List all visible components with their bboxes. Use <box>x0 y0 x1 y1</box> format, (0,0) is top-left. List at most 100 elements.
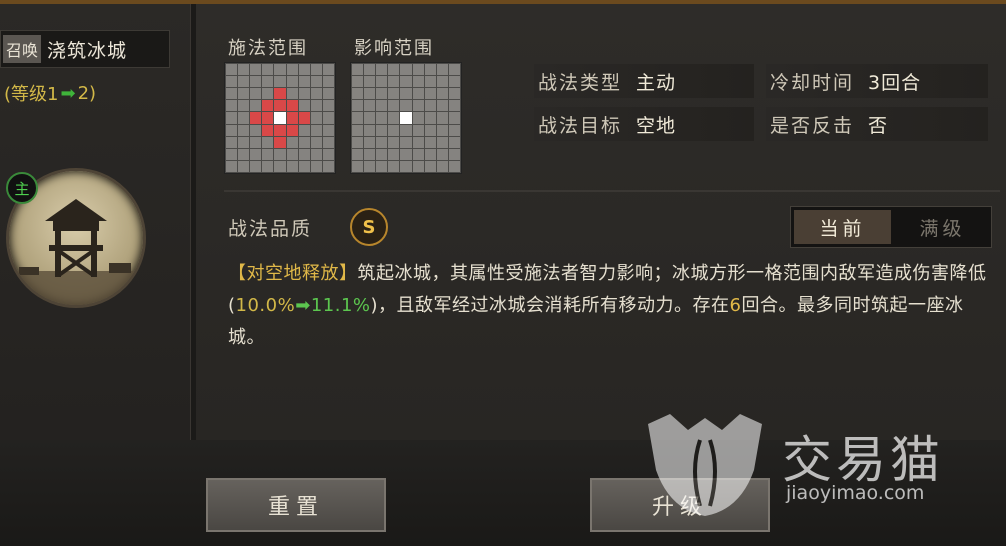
range-cell <box>448 148 460 160</box>
range-cell <box>436 88 448 100</box>
range-cell <box>400 112 412 124</box>
counterattack-label: 是否反击 <box>770 114 855 137</box>
range-cell <box>364 64 376 76</box>
range-cell <box>274 64 286 76</box>
range-cell <box>322 112 334 124</box>
range-cell <box>352 100 364 112</box>
range-cell <box>352 88 364 100</box>
range-cell <box>448 88 460 100</box>
range-cell <box>310 124 322 136</box>
range-cell <box>400 136 412 148</box>
range-cell <box>262 88 274 100</box>
skill-name: 浇筑冰城 <box>47 39 128 62</box>
counterattack-value: 否 <box>868 114 889 137</box>
range-cell <box>310 64 322 76</box>
range-cell <box>322 76 334 88</box>
range-cell <box>322 100 334 112</box>
s-grade-badge-icon: S <box>350 208 388 246</box>
damage-reduction-current: 10.0% <box>235 295 296 316</box>
range-cell <box>364 88 376 100</box>
range-cell <box>250 124 262 136</box>
range-cell <box>310 148 322 160</box>
range-cell <box>424 112 436 124</box>
range-cell <box>298 148 310 160</box>
tab-max-level[interactable]: 满级 <box>894 207 991 247</box>
range-cell <box>436 76 448 88</box>
range-cell <box>436 148 448 160</box>
skill-type-row: 战法类型 主动 <box>534 64 754 98</box>
range-cell <box>448 124 460 136</box>
skill-description: 【对空地释放】筑起冰城，其属性受施法者智力影响；冰城方形一格范围内敌军造成伤害降… <box>228 258 1000 354</box>
range-cell <box>298 112 310 124</box>
range-cell <box>436 112 448 124</box>
range-cell <box>298 124 310 136</box>
range-cell <box>286 148 298 160</box>
range-cell <box>286 88 298 100</box>
range-cell <box>424 64 436 76</box>
range-cell <box>364 160 376 172</box>
range-cell <box>376 124 388 136</box>
reset-button[interactable]: 重置 <box>206 478 386 532</box>
range-cell <box>250 88 262 100</box>
level-to: 2) <box>77 82 97 104</box>
range-cell <box>400 76 412 88</box>
range-cell <box>238 76 250 88</box>
range-cell <box>400 88 412 100</box>
range-cell <box>286 136 298 148</box>
range-cell <box>226 124 238 136</box>
description-text-2: )，且敌军经过冰城会消耗所有移动力。存在 <box>370 295 730 316</box>
range-cell <box>238 160 250 172</box>
range-cell <box>352 112 364 124</box>
range-cell <box>376 88 388 100</box>
cast-range-title: 施法范围 <box>228 38 308 59</box>
range-cell <box>412 136 424 148</box>
range-cell <box>286 76 298 88</box>
cast-range-grid <box>224 62 336 174</box>
range-cell <box>274 160 286 172</box>
range-cell <box>376 160 388 172</box>
skill-level: (等级1 ➡ 2) <box>4 80 96 106</box>
range-cell <box>448 64 460 76</box>
level-toggle: 当前 满级 <box>790 206 992 248</box>
range-cell <box>364 112 376 124</box>
range-cell <box>322 124 334 136</box>
range-cell <box>352 148 364 160</box>
cat-logo-icon <box>640 410 770 520</box>
range-cell <box>388 64 400 76</box>
range-cell <box>376 148 388 160</box>
range-cell <box>238 124 250 136</box>
range-cell <box>388 112 400 124</box>
range-cell <box>376 136 388 148</box>
range-cell <box>286 100 298 112</box>
range-cell <box>412 160 424 172</box>
range-cell <box>310 136 322 148</box>
description-tag: 【对空地释放】 <box>228 263 358 284</box>
range-cell <box>274 148 286 160</box>
range-cell <box>388 100 400 112</box>
range-cell <box>310 100 322 112</box>
range-cell <box>424 76 436 88</box>
range-cell <box>412 112 424 124</box>
range-cell <box>226 76 238 88</box>
range-cell <box>298 160 310 172</box>
range-cell <box>424 100 436 112</box>
duration-turns: 6 <box>729 295 742 316</box>
tab-current[interactable]: 当前 <box>794 210 891 244</box>
right-arrow-icon: ➡ <box>60 82 76 104</box>
range-cell <box>448 100 460 112</box>
range-cell <box>250 100 262 112</box>
range-cell <box>448 76 460 88</box>
range-cell <box>298 76 310 88</box>
range-cell <box>286 124 298 136</box>
effect-range-grid <box>350 62 462 174</box>
range-cell <box>250 136 262 148</box>
range-cell <box>376 112 388 124</box>
range-cell <box>250 148 262 160</box>
range-cell <box>226 136 238 148</box>
range-cell <box>448 160 460 172</box>
range-cell <box>412 100 424 112</box>
watermark-url: jiaoyimao.com <box>786 482 925 504</box>
range-cell <box>322 148 334 160</box>
range-cell <box>424 136 436 148</box>
range-cell <box>322 64 334 76</box>
